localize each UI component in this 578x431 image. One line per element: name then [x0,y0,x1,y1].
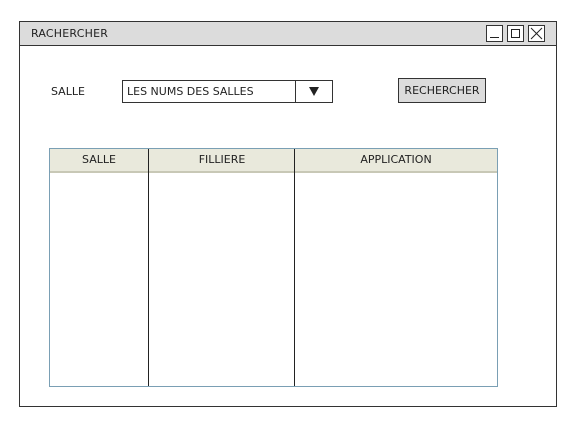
select-dropdown-button[interactable] [295,81,332,102]
column-divider [294,149,295,386]
window-title: RACHERCHER [31,27,109,40]
results-table: SALLE FILLIERE APPLICATION [49,148,498,387]
close-icon [530,27,543,40]
column-divider [148,149,149,386]
chevron-down-icon [309,87,319,96]
salle-select-value: LES NUMS DES SALLES [127,85,254,98]
rechercher-button[interactable]: RECHERCHER [398,78,486,103]
column-header-salle[interactable]: SALLE [50,149,148,171]
salle-label: SALLE [51,85,85,98]
minimize-button[interactable] [486,25,503,42]
rechercher-window: RACHERCHER SALLE LES NUMS DES SALLES REC… [19,21,557,407]
table-header: SALLE FILLIERE APPLICATION [50,149,497,173]
column-header-filliere[interactable]: FILLIERE [149,149,295,171]
maximize-button[interactable] [507,25,524,42]
salle-select[interactable]: LES NUMS DES SALLES [122,80,333,103]
close-button[interactable] [528,25,545,42]
title-bar: RACHERCHER [20,22,556,46]
column-header-application[interactable]: APPLICATION [295,149,497,171]
